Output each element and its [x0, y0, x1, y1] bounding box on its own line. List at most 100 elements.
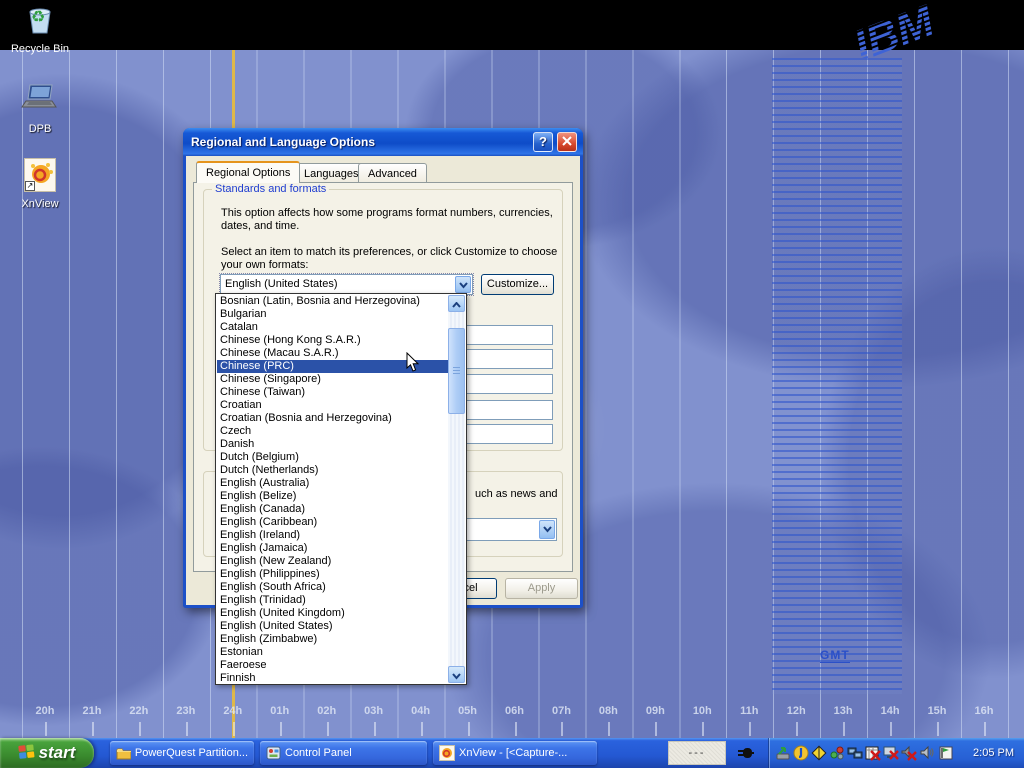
- dropdown-item[interactable]: English (Caribbean): [217, 516, 448, 529]
- timezone-tick: [45, 722, 47, 736]
- dropdown-item[interactable]: English (Ireland): [217, 529, 448, 542]
- customize-button[interactable]: Customize...: [481, 274, 554, 295]
- start-label: start: [39, 743, 76, 762]
- dropdown-item[interactable]: English (Australia): [217, 477, 448, 490]
- timezone-label: 15h: [921, 705, 953, 717]
- timezone-tick: [515, 722, 517, 736]
- dropdown-item[interactable]: English (Jamaica): [217, 542, 448, 555]
- timezone-label: 02h: [311, 705, 343, 717]
- display-disconnected-icon[interactable]: [883, 745, 899, 761]
- combo-dropdown-button[interactable]: [539, 520, 555, 539]
- control-panel-icon: [266, 746, 281, 760]
- xnview-icon: [439, 745, 455, 761]
- timezone-label: 23h: [170, 705, 202, 717]
- scheduler-disabled-icon[interactable]: [865, 745, 881, 761]
- timezone-tick: [374, 722, 376, 736]
- timezone-tick: [702, 722, 704, 736]
- dropdown-item[interactable]: Estonian: [217, 646, 448, 659]
- scrollbar-thumb[interactable]: [448, 328, 465, 414]
- desktop-icon-xnview[interactable]: ↗ XnView: [2, 158, 78, 210]
- timezone-tick: [421, 722, 423, 736]
- folder-icon: [116, 746, 131, 760]
- timezone-tick: [139, 722, 141, 736]
- dropdown-item[interactable]: Danish: [217, 438, 448, 451]
- volume-icon[interactable]: [919, 745, 935, 761]
- format-combo[interactable]: English (United States): [220, 274, 473, 295]
- dropdown-item[interactable]: Finnish: [217, 672, 448, 683]
- taskbar-deskband[interactable]: ---: [668, 741, 726, 765]
- timezone-label: 09h: [639, 705, 671, 717]
- dropdown-item[interactable]: Chinese (Taiwan): [217, 386, 448, 399]
- timezone-tick: [890, 722, 892, 736]
- power-plug-icon[interactable]: [737, 745, 755, 766]
- start-button[interactable]: start: [0, 738, 94, 768]
- dropdown-item[interactable]: Bulgarian: [217, 308, 448, 321]
- timezone-label: 24h: [217, 705, 249, 717]
- timezone-label: 08h: [592, 705, 624, 717]
- taskbar-button-powerquest[interactable]: PowerQuest Partition...: [110, 741, 254, 765]
- dropdown-scrollbar[interactable]: [448, 295, 465, 683]
- group-title: Standards and formats: [212, 183, 329, 195]
- timezone-label: 07h: [545, 705, 577, 717]
- dropdown-item[interactable]: Czech: [217, 425, 448, 438]
- language-dropdown-list[interactable]: Bosnian (Latin, Bosnia and Herzegovina)B…: [215, 293, 467, 685]
- hook-utility-icon[interactable]: [793, 745, 809, 761]
- presentation-flag-icon[interactable]: [937, 745, 953, 761]
- taskbar-clock[interactable]: 2:05 PM: [973, 747, 1014, 759]
- removable-hardware-icon[interactable]: [775, 745, 791, 761]
- dropdown-item[interactable]: Croatian: [217, 399, 448, 412]
- dropdown-item[interactable]: Chinese (Hong Kong S.A.R.): [217, 334, 448, 347]
- dropdown-item[interactable]: English (United States): [217, 620, 448, 633]
- lan-computers-icon[interactable]: [847, 745, 863, 761]
- tab-advanced[interactable]: Advanced: [358, 163, 427, 182]
- timezone-tick: [468, 722, 470, 736]
- dropdown-item[interactable]: Dutch (Netherlands): [217, 464, 448, 477]
- task-label: Control Panel: [285, 747, 352, 759]
- desktop-icon-dpb[interactable]: DPB: [2, 82, 78, 135]
- dialog-title: Regional and Language Options: [191, 135, 375, 149]
- dropdown-item[interactable]: Bosnian (Latin, Bosnia and Herzegovina): [217, 295, 448, 308]
- help-button[interactable]: ?: [533, 132, 553, 152]
- scrollbar-down-button[interactable]: [448, 666, 465, 683]
- power-meter-icon[interactable]: [811, 745, 827, 761]
- apply-button[interactable]: Apply: [505, 578, 578, 599]
- taskbar-button-control-panel[interactable]: Control Panel: [260, 741, 427, 765]
- gmt-label: GMT: [820, 648, 850, 663]
- tab-regional-options[interactable]: Regional Options: [196, 161, 300, 183]
- dropdown-item[interactable]: English (Zimbabwe): [217, 633, 448, 646]
- dialog-titlebar[interactable]: Regional and Language Options ?: [183, 128, 583, 156]
- dropdown-item[interactable]: English (Philippines): [217, 568, 448, 581]
- dropdown-item[interactable]: English (United Kingdom): [217, 607, 448, 620]
- timezone-label: 20h: [29, 705, 61, 717]
- timezone-tick: [233, 722, 235, 736]
- dropdown-item[interactable]: Faeroese: [217, 659, 448, 672]
- taskbar: start PowerQuest Partition... Control Pa…: [0, 738, 1024, 768]
- chevron-down-icon: [459, 282, 468, 289]
- dropdown-item[interactable]: Dutch (Belgium): [217, 451, 448, 464]
- audio-disconnected-icon[interactable]: [901, 745, 917, 761]
- dropdown-item[interactable]: Croatian (Bosnia and Herzegovina): [217, 412, 448, 425]
- chevron-down-icon: [452, 673, 461, 680]
- taskbar-button-xnview[interactable]: XnView - [<Capture-...: [433, 741, 597, 765]
- dropdown-item[interactable]: English (New Zealand): [217, 555, 448, 568]
- timezone-tick: [984, 722, 986, 736]
- recycle-bin-icon: ♻: [23, 2, 57, 41]
- timezone-label: 11h: [733, 705, 765, 717]
- chevron-up-icon: [452, 302, 461, 309]
- dropdown-item[interactable]: English (South Africa): [217, 581, 448, 594]
- scrollbar-up-button[interactable]: [448, 295, 465, 312]
- dropdown-item[interactable]: English (Trinidad): [217, 594, 448, 607]
- dropdown-item[interactable]: Catalan: [217, 321, 448, 334]
- combo-dropdown-button[interactable]: [455, 276, 471, 293]
- timezone-tick: [655, 722, 657, 736]
- dropdown-item[interactable]: English (Belize): [217, 490, 448, 503]
- timezone-tick: [561, 722, 563, 736]
- close-button[interactable]: [557, 132, 577, 152]
- task-label: PowerQuest Partition...: [135, 747, 248, 759]
- timezone-label: 10h: [686, 705, 718, 717]
- desktop-icon-recycle-bin[interactable]: ♻ Recycle Bin: [2, 2, 78, 55]
- timezone-tick: [749, 722, 751, 736]
- laptop-icon: [20, 82, 60, 121]
- dropdown-item[interactable]: English (Canada): [217, 503, 448, 516]
- network-status-icon[interactable]: [829, 745, 845, 761]
